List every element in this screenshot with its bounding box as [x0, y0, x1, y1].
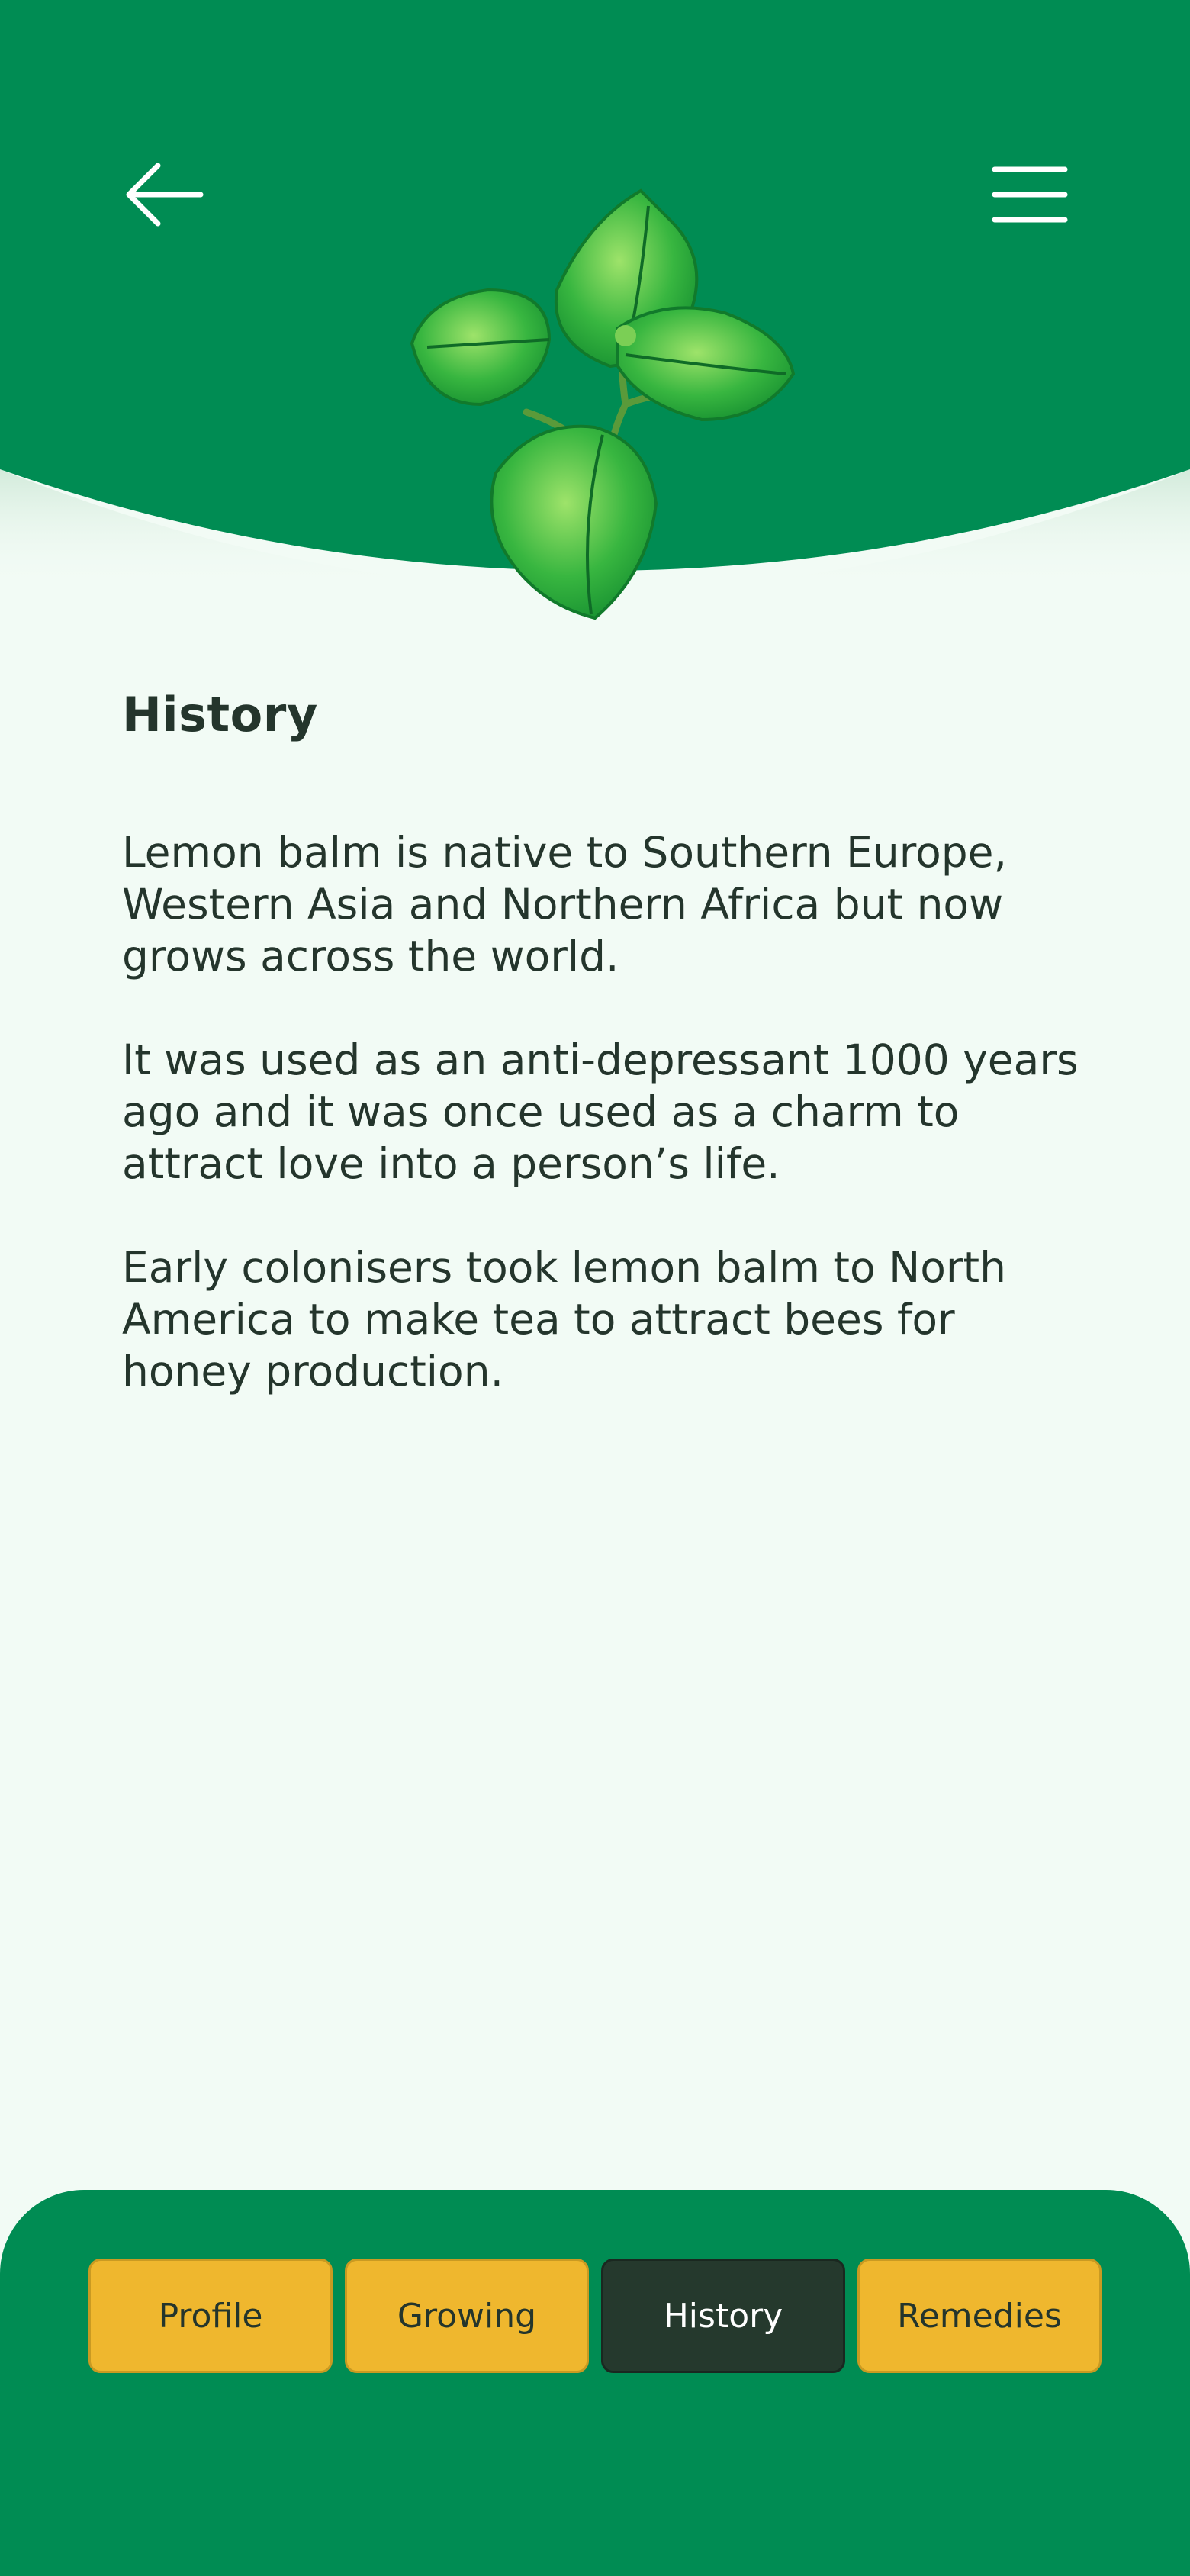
back-button[interactable]	[122, 153, 206, 237]
bottom-tab-bar: Profile Growing History Remedies	[0, 2190, 1190, 2576]
header	[0, 0, 1190, 620]
history-paragraph: Early colonisers took lemon balm to Nort…	[122, 1243, 1006, 1396]
tab-remedies[interactable]: Remedies	[857, 2259, 1102, 2373]
tab-profile[interactable]: Profile	[88, 2259, 333, 2373]
history-content: History Lemon balm is native to Southern…	[122, 687, 1083, 1449]
section-title: History	[122, 687, 318, 742]
history-paragraph: It was used as an anti-depressant 1000 y…	[122, 1035, 1079, 1188]
lemon-balm-illustration	[410, 188, 796, 620]
menu-button[interactable]	[984, 153, 1076, 237]
tab-history[interactable]: History	[601, 2259, 845, 2373]
tab-group: Profile Growing History Remedies	[88, 2259, 1102, 2373]
history-paragraph: Lemon balm is native to Southern Europe,…	[122, 828, 1007, 980]
hamburger-menu-icon	[992, 166, 1068, 223]
tab-growing[interactable]: Growing	[345, 2259, 589, 2373]
arrow-left-icon	[126, 163, 204, 227]
